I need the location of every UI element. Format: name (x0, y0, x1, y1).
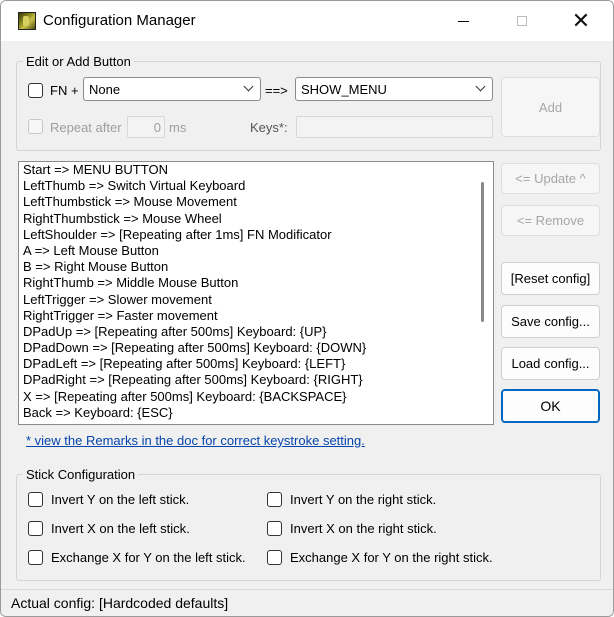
repeat-ms-input[interactable]: 0 (127, 116, 165, 138)
list-item[interactable]: X => [Repeating after 500ms] Keyboard: {… (19, 389, 493, 405)
exchange-left-label: Exchange X for Y on the left stick. (51, 550, 246, 565)
maximize-icon (517, 16, 527, 26)
reset-config-button[interactable]: [Reset config] (501, 262, 600, 295)
add-button[interactable]: Add (501, 77, 600, 137)
mapping-arrow: ==> (265, 83, 288, 98)
edit-group-legend: Edit or Add Button (26, 54, 131, 69)
keys-input[interactable] (296, 116, 493, 138)
status-text: Actual config: [Hardcoded defaults] (11, 595, 229, 611)
close-button[interactable]: ✕ (558, 1, 604, 41)
exchange-right-label: Exchange X for Y on the right stick. (290, 550, 493, 565)
list-item[interactable]: Start => MENU BUTTON (19, 162, 493, 178)
action-select[interactable]: SHOW_MENU (295, 77, 493, 101)
list-item[interactable]: DPadUp => [Repeating after 500ms] Keyboa… (19, 324, 493, 340)
keys-label: Keys*: (250, 120, 288, 135)
chevron-down-icon (475, 81, 486, 92)
list-item[interactable]: LeftShoulder => [Repeating after 1ms] FN… (19, 227, 493, 243)
list-item[interactable]: RightThumb => Middle Mouse Button (19, 275, 493, 291)
invert-x-right-label: Invert X on the right stick. (290, 521, 437, 536)
invert-x-right-checkbox[interactable] (267, 521, 282, 536)
list-item[interactable]: DPadRight => [Repeating after 500ms] Key… (19, 372, 493, 388)
repeat-unit: ms (169, 120, 187, 135)
close-icon: ✕ (571, 8, 591, 33)
invert-y-right-label: Invert Y on the right stick. (290, 492, 437, 507)
list-item[interactable]: Back => Keyboard: {ESC} (19, 405, 493, 421)
configuration-manager-window: Configuration Manager ✕ Edit or Add Butt… (0, 0, 614, 617)
remarks-link[interactable]: * view the Remarks in the doc for correc… (26, 433, 365, 448)
repeat-ms-value: 0 (153, 120, 161, 135)
action-value: SHOW_MENU (301, 82, 387, 97)
fn-modifier-value: None (89, 82, 121, 97)
stick-group-legend: Stick Configuration (26, 467, 136, 482)
invert-y-left-label: Invert Y on the left stick. (51, 492, 190, 507)
mapping-list[interactable]: Start => MENU BUTTON LeftThumb => Switch … (18, 161, 494, 425)
remove-button[interactable]: <= Remove (501, 205, 600, 236)
status-bar: Actual config: [Hardcoded defaults] (1, 589, 613, 616)
exchange-left-checkbox[interactable] (28, 550, 43, 565)
maximize-button (499, 1, 545, 41)
fn-label: FN + (50, 83, 79, 98)
list-item[interactable]: DPadDown => [Repeating after 500ms] Keyb… (19, 340, 493, 356)
update-button[interactable]: <= Update ^ (501, 163, 600, 194)
chevron-down-icon (243, 81, 254, 92)
load-config-button[interactable]: Load config... (501, 347, 600, 380)
list-item[interactable]: RightThumbstick => Mouse Wheel (19, 211, 493, 227)
repeat-label: Repeat after (50, 120, 122, 135)
minimize-icon (457, 20, 469, 22)
list-item[interactable]: LeftThumbstick => Mouse Movement (19, 194, 493, 210)
invert-x-left-label: Invert X on the left stick. (51, 521, 190, 536)
list-item[interactable]: DPadLeft => [Repeating after 500ms] Keyb… (19, 356, 493, 372)
invert-y-left-checkbox[interactable] (28, 492, 43, 507)
invert-y-right-checkbox[interactable] (267, 492, 282, 507)
exchange-right-checkbox[interactable] (267, 550, 282, 565)
list-scrollbar[interactable] (481, 182, 484, 322)
repeat-checkbox[interactable] (28, 119, 43, 134)
list-item[interactable]: A => Left Mouse Button (19, 243, 493, 259)
invert-x-left-checkbox[interactable] (28, 521, 43, 536)
fn-modifier-select[interactable]: None (83, 77, 261, 101)
list-item[interactable]: B => Right Mouse Button (19, 259, 493, 275)
list-item[interactable]: LeftThumb => Switch Virtual Keyboard (19, 178, 493, 194)
save-config-button[interactable]: Save config... (501, 305, 600, 338)
title-bar: Configuration Manager ✕ (1, 1, 613, 41)
list-item[interactable]: LeftTrigger => Slower movement (19, 292, 493, 308)
fn-checkbox[interactable] (28, 83, 43, 98)
window-title: Configuration Manager (43, 12, 196, 29)
list-item[interactable]: RightTrigger => Faster movement (19, 308, 493, 324)
ok-button[interactable]: OK (501, 389, 600, 423)
app-icon (18, 12, 36, 30)
minimize-button[interactable] (440, 1, 486, 41)
